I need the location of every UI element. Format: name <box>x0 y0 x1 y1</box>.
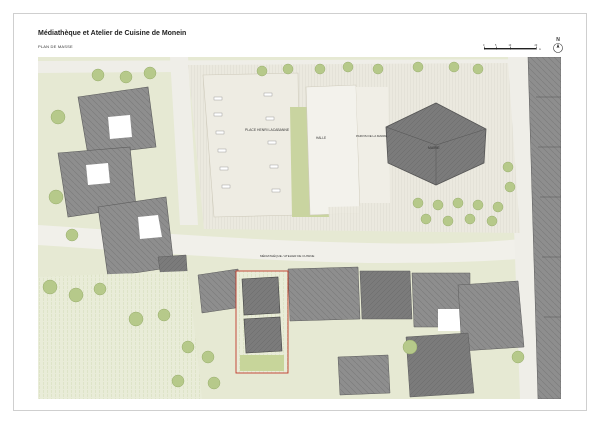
label-mairie: MAIRIE <box>428 146 440 150</box>
mairie-parvis <box>356 87 390 203</box>
site-plan-map: PLACE HENRI LACABANNE HALLE PARVIS DE LA… <box>38 57 561 399</box>
sheet-subtitle: PLAN DE MASSE <box>38 44 73 49</box>
crosswalks <box>328 205 412 227</box>
halle-plaza <box>305 84 361 216</box>
label-halle: HALLE <box>316 136 326 140</box>
label-parvis: PARVIS DE LA MAIRIE <box>356 134 387 138</box>
label-place: PLACE HENRI LACABANNE <box>245 128 290 132</box>
plaza-parking <box>202 72 301 218</box>
scale-label-10: 10 <box>509 44 512 47</box>
scale-unit: m <box>539 48 541 51</box>
scale-bar: 0 5 10 20 m <box>483 44 541 51</box>
scale-label-0: 0 <box>483 44 485 47</box>
sheet-title: Médiathèque et Atelier de Cuisine de Mon… <box>38 30 187 37</box>
scale-label-5: 5 <box>495 44 497 47</box>
scale-label-20: 20 <box>535 44 538 47</box>
north-label: N <box>556 37 560 43</box>
north-arrow-icon: N <box>553 37 563 53</box>
project-mediatheque <box>235 270 289 374</box>
label-mediatheque: MÉDIATHÈQUE / ATELIER DE CUISINE <box>260 253 314 258</box>
